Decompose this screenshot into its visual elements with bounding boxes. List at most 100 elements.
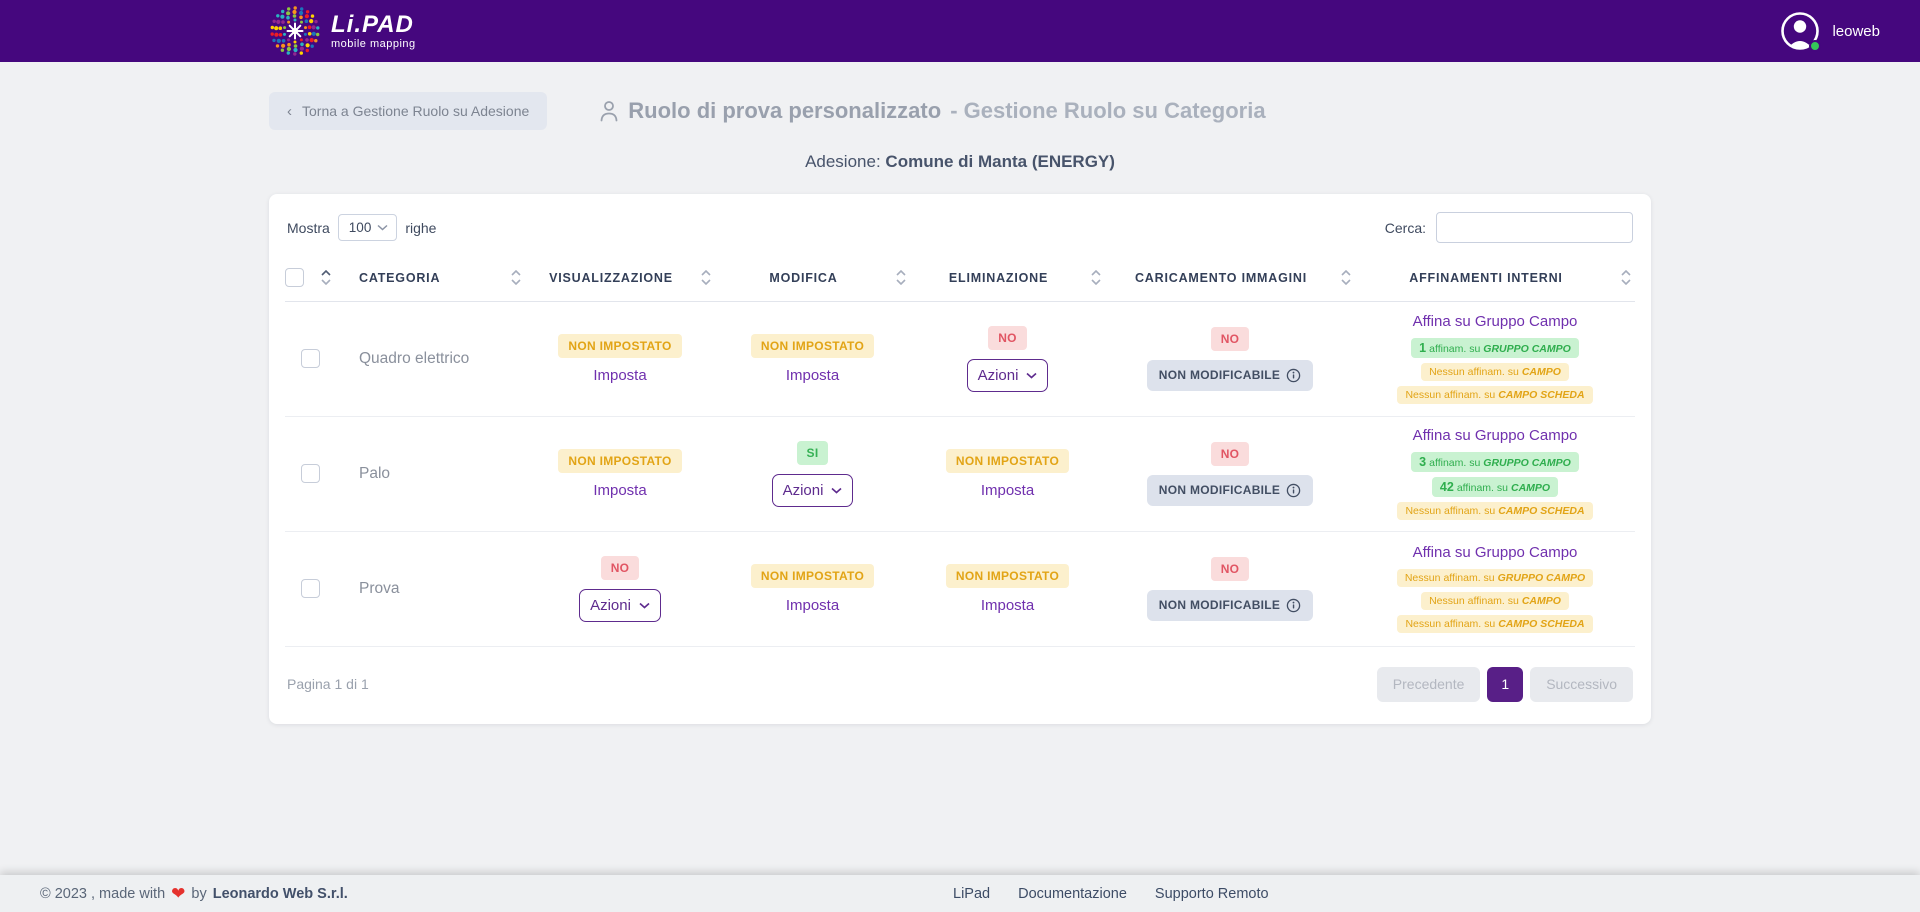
back-button[interactable]: ‹ Torna a Gestione Ruolo su Adesione — [269, 92, 547, 130]
pagination-info: Pagina 1 di 1 — [287, 676, 369, 692]
logo-title: Li.PAD — [331, 13, 416, 37]
app-logo[interactable]: Li.PAD mobile mapping — [269, 5, 416, 57]
back-button-label: Torna a Gestione Ruolo su Adesione — [302, 103, 529, 119]
sort-arrows[interactable] — [1617, 270, 1635, 285]
search-group: Cerca: — [1385, 212, 1633, 243]
pagination: Pagina 1 di 1 Precedente 1 Successivo — [285, 647, 1635, 706]
row-checkbox[interactable] — [301, 464, 320, 483]
category-name: Quadro elettrico — [359, 350, 469, 367]
table-row: Palo NON IMPOSTATO Imposta SI Azioni NON… — [285, 416, 1635, 531]
app-footer: © 2023 , made with ❤ by Leonardo Web S.r… — [0, 875, 1920, 912]
adesione-value: Comune di Manta (ENERGY) — [885, 152, 1115, 171]
table-card: Mostra 100 righe Cerca: — [269, 194, 1651, 724]
page-title: Ruolo di prova personalizzato - Gestione… — [599, 98, 1265, 124]
affinamento-badge: Nessun affinam. su CAMPO SCHEDA — [1397, 615, 1592, 633]
affinamento-badge: 1 affinam. su GRUPPO CAMPO — [1411, 338, 1579, 358]
chevron-down-icon — [831, 487, 842, 494]
row-checkbox[interactable] — [301, 349, 320, 368]
affinamento-badge: Nessun affinam. su CAMPO — [1421, 363, 1569, 381]
category-name: Prova — [359, 580, 400, 597]
company-name: Leonardo Web S.r.l. — [213, 886, 348, 902]
footer-link-lipad[interactable]: LiPad — [953, 886, 990, 902]
info-icon[interactable] — [1286, 368, 1301, 383]
imposta-link[interactable]: Imposta — [593, 367, 646, 384]
header-affinamenti-interni: AFFINAMENTI INTERNI — [1355, 255, 1635, 301]
affinamento-badge: 3 affinam. su GRUPPO CAMPO — [1411, 452, 1579, 472]
footer-links: LiPad Documentazione Supporto Remoto — [953, 886, 1269, 902]
imposta-link[interactable]: Imposta — [786, 367, 839, 384]
sort-arrows[interactable] — [697, 270, 715, 285]
chevron-down-icon — [377, 224, 388, 231]
adesione-label: Adesione: — [805, 152, 881, 171]
page-size-value: 100 — [349, 220, 372, 235]
azioni-dropdown[interactable]: Azioni — [579, 589, 661, 622]
sort-arrows[interactable] — [317, 270, 335, 285]
imposta-link[interactable]: Imposta — [786, 597, 839, 614]
footer-link-documentazione[interactable]: Documentazione — [1018, 886, 1127, 902]
status-badge: NON IMPOSTATO — [751, 564, 874, 588]
roles-table: CATEGORIA VISUALIZZAZIONE — [285, 255, 1635, 647]
page-size-group: Mostra 100 righe — [287, 214, 436, 241]
non-modificabile-badge: NON MODIFICABILE — [1147, 475, 1313, 506]
non-modificabile-badge: NON MODIFICABILE — [1147, 360, 1313, 391]
header-caricamento-immagini: CARICAMENTO IMMAGINI — [1105, 255, 1355, 301]
non-modificabile-badge: NON MODIFICABILE — [1147, 590, 1313, 621]
table-controls: Mostra 100 righe Cerca: — [285, 208, 1635, 255]
imposta-link[interactable]: Imposta — [593, 482, 646, 499]
username: leoweb — [1832, 23, 1880, 40]
person-icon — [599, 100, 619, 122]
sort-arrows[interactable] — [507, 270, 525, 285]
rows-label: righe — [405, 220, 436, 236]
info-icon[interactable] — [1286, 598, 1301, 613]
page-size-select[interactable]: 100 — [338, 214, 398, 241]
azioni-label: Azioni — [783, 482, 824, 499]
show-label: Mostra — [287, 220, 330, 236]
status-badge: NO — [988, 326, 1027, 350]
role-name: Ruolo di prova personalizzato — [628, 98, 941, 124]
status-badge: NO — [601, 556, 640, 580]
azioni-dropdown[interactable]: Azioni — [967, 359, 1049, 392]
page-1-button[interactable]: 1 — [1487, 667, 1523, 702]
page-head: ‹ Torna a Gestione Ruolo su Adesione Ruo… — [269, 92, 1651, 130]
azioni-label: Azioni — [978, 367, 1019, 384]
adesione-subtitle: Adesione: Comune di Manta (ENERGY) — [269, 152, 1651, 172]
chevron-down-icon — [1026, 372, 1037, 379]
imposta-link[interactable]: Imposta — [981, 482, 1034, 499]
page-title-suffix: - Gestione Ruolo su Categoria — [950, 98, 1265, 124]
azioni-label: Azioni — [590, 597, 631, 614]
search-input[interactable] — [1436, 212, 1633, 243]
info-icon[interactable] — [1286, 483, 1301, 498]
header-modifica: MODIFICA — [715, 255, 910, 301]
next-page-button[interactable]: Successivo — [1530, 667, 1633, 702]
azioni-dropdown[interactable]: Azioni — [772, 474, 854, 507]
affina-link[interactable]: Affina su Gruppo Campo — [1413, 544, 1578, 561]
heart-icon: ❤ — [171, 885, 185, 902]
table-row: Quadro elettrico NON IMPOSTATO Imposta N… — [285, 301, 1635, 416]
header-eliminazione: ELIMINAZIONE — [910, 255, 1105, 301]
footer-link-supporto-remoto[interactable]: Supporto Remoto — [1155, 886, 1269, 902]
affinamento-badge: Nessun affinam. su CAMPO SCHEDA — [1397, 502, 1592, 520]
header-select-all — [285, 255, 335, 301]
status-badge: NON IMPOSTATO — [751, 334, 874, 358]
select-all-checkbox[interactable] — [285, 268, 304, 287]
status-badge: NO — [1211, 327, 1250, 351]
sort-arrows[interactable] — [1087, 270, 1105, 285]
status-badge: NON IMPOSTATO — [946, 564, 1069, 588]
user-menu[interactable]: leoweb — [1780, 11, 1880, 51]
status-badge: NO — [1211, 442, 1250, 466]
table-row: Prova NO Azioni NON IMPOSTATO Imposta NO… — [285, 531, 1635, 646]
logo-burst-icon — [269, 5, 321, 57]
chevron-down-icon — [639, 602, 650, 609]
row-checkbox[interactable] — [301, 579, 320, 598]
sort-arrows[interactable] — [1337, 270, 1355, 285]
logo-subtitle: mobile mapping — [331, 39, 416, 50]
imposta-link[interactable]: Imposta — [981, 597, 1034, 614]
status-badge: NO — [1211, 557, 1250, 581]
search-label: Cerca: — [1385, 220, 1426, 236]
affina-link[interactable]: Affina su Gruppo Campo — [1413, 313, 1578, 330]
affina-link[interactable]: Affina su Gruppo Campo — [1413, 427, 1578, 444]
affinamento-badge: 42 affinam. su CAMPO — [1432, 477, 1558, 497]
sort-arrows[interactable] — [892, 270, 910, 285]
affinamento-badge: Nessun affinam. su CAMPO — [1421, 592, 1569, 610]
previous-page-button[interactable]: Precedente — [1377, 667, 1481, 702]
